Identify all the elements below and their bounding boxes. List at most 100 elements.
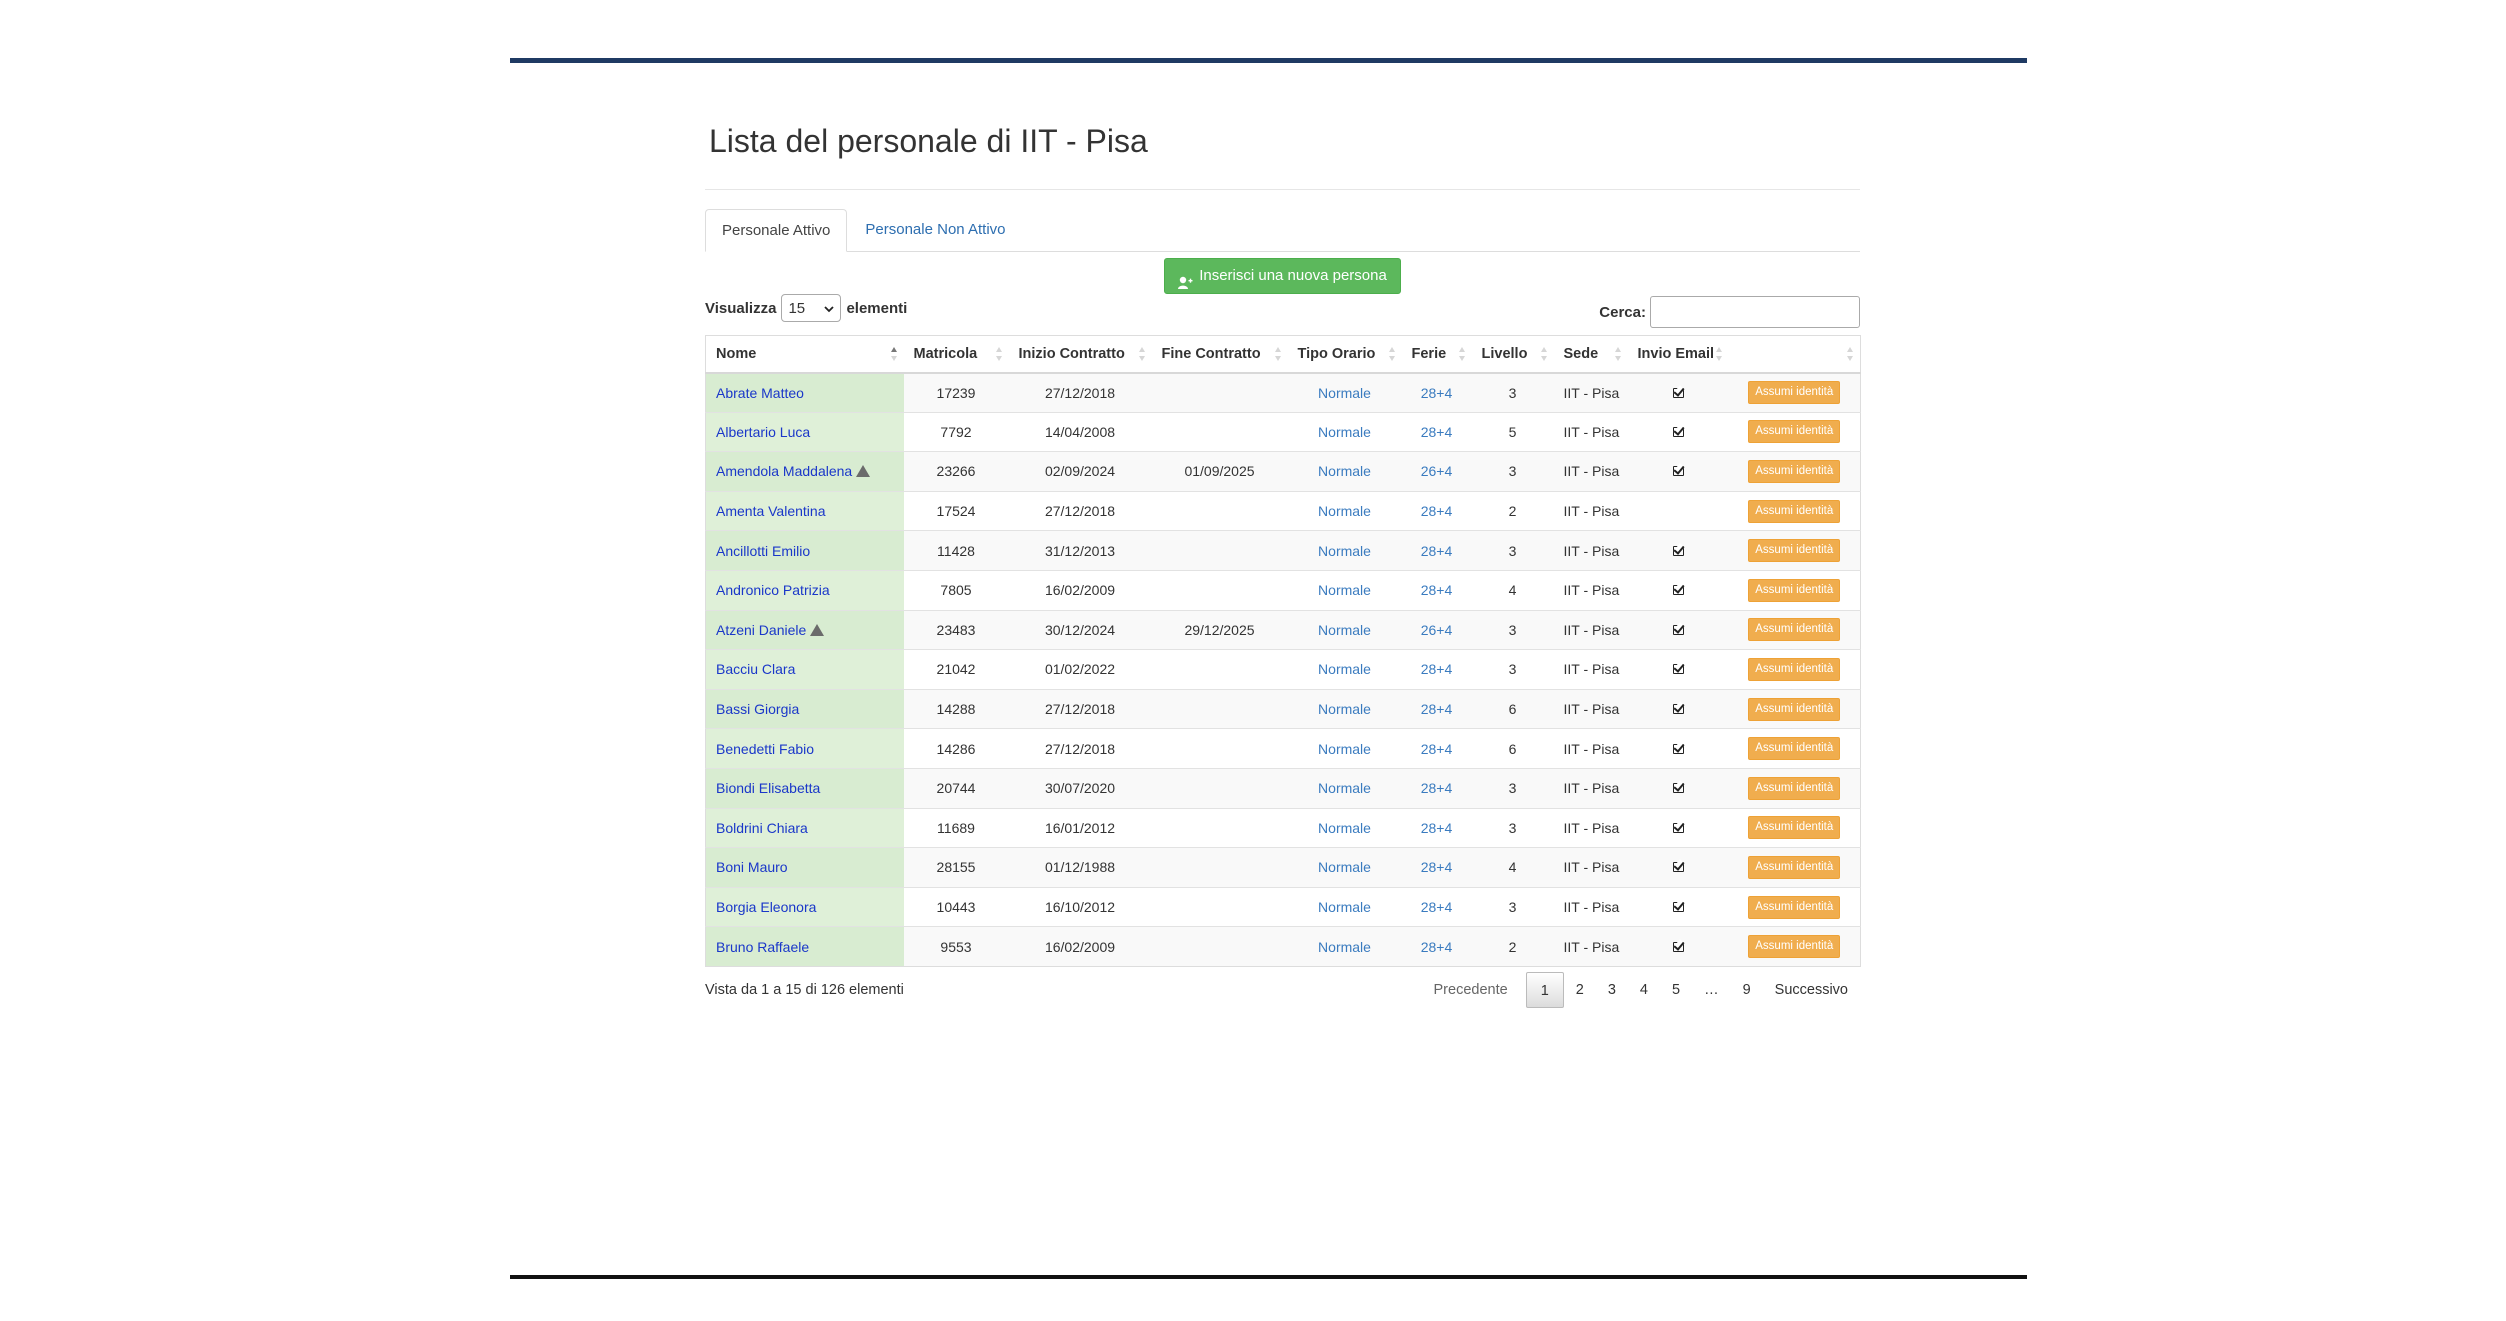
assumi-identita-button[interactable]: Assumi identità <box>1748 618 1841 642</box>
tipo-orario-link[interactable]: Normale <box>1318 701 1371 717</box>
column-header-inizio-contratto[interactable]: Inizio Contratto <box>1008 335 1152 374</box>
cell-matricola: 7792 <box>903 411 1009 452</box>
column-header-matricola[interactable]: Matricola <box>903 335 1009 374</box>
cell-sede: IIT - Pisa <box>1553 728 1628 769</box>
cell-livello: 3 <box>1471 372 1554 413</box>
assumi-identita-button[interactable]: Assumi identità <box>1748 578 1841 602</box>
assumi-identita-button[interactable]: Assumi identità <box>1748 776 1841 800</box>
ferie-link[interactable]: 28+4 <box>1421 582 1453 598</box>
person-link[interactable]: Ancillotti Emilio <box>716 543 810 559</box>
assumi-identita-button[interactable]: Assumi identità <box>1748 539 1841 563</box>
cell-livello: 4 <box>1471 847 1554 888</box>
assumi-identita-button[interactable]: Assumi identità <box>1748 816 1841 840</box>
cell-sede: IIT - Pisa <box>1553 886 1628 927</box>
cell-sede: IIT - Pisa <box>1553 451 1628 492</box>
tipo-orario-link[interactable]: Normale <box>1318 939 1371 955</box>
tipo-orario-link[interactable]: Normale <box>1318 385 1371 401</box>
sort-icon <box>1614 347 1622 363</box>
page-length-select[interactable]: 15 <box>781 294 842 322</box>
person-link[interactable]: Benedetti Fabio <box>716 741 814 757</box>
cell-ferie: 26+4 <box>1401 451 1472 492</box>
pagination-page[interactable]: 4 <box>1628 972 1660 1008</box>
person-link[interactable]: Amenta Valentina <box>716 503 825 519</box>
tipo-orario-link[interactable]: Normale <box>1318 622 1371 638</box>
new-person-button[interactable]: Inserisci una nuova persona <box>1164 258 1401 294</box>
pagination-page[interactable]: 1 <box>1525 971 1564 1008</box>
assumi-identita-button[interactable]: Assumi identità <box>1748 895 1841 919</box>
pagination-page[interactable]: 9 <box>1731 972 1763 1008</box>
tab-personale-non-attivo[interactable]: Personale Non Attivo <box>849 209 1021 250</box>
assumi-identita-button[interactable]: Assumi identità <box>1748 657 1841 681</box>
ferie-link[interactable]: 28+4 <box>1421 939 1453 955</box>
pagination-page[interactable]: 5 <box>1660 972 1692 1008</box>
tipo-orario-link[interactable]: Normale <box>1318 899 1371 915</box>
person-link[interactable]: Andronico Patrizia <box>716 582 830 598</box>
check-square-icon <box>1672 704 1684 715</box>
column-header-livello[interactable]: Livello <box>1471 335 1554 374</box>
ferie-link[interactable]: 26+4 <box>1421 463 1453 479</box>
cell-fine-contratto <box>1151 649 1288 690</box>
ferie-link[interactable]: 28+4 <box>1421 661 1453 677</box>
ferie-link[interactable]: 28+4 <box>1421 780 1453 796</box>
ferie-link[interactable]: 28+4 <box>1421 820 1453 836</box>
person-link[interactable]: Amendola Maddalena <box>716 463 852 479</box>
page-length-value: 15 <box>788 299 806 317</box>
ferie-link[interactable]: 28+4 <box>1421 385 1453 401</box>
assumi-identita-button[interactable]: Assumi identità <box>1748 420 1841 444</box>
assumi-identita-button[interactable]: Assumi identità <box>1748 697 1841 721</box>
person-link[interactable]: Boni Mauro <box>716 859 788 875</box>
column-header-sede[interactable]: Sede <box>1553 335 1628 374</box>
ferie-link[interactable]: 28+4 <box>1421 701 1453 717</box>
tipo-orario-link[interactable]: Normale <box>1318 820 1371 836</box>
person-link[interactable]: Bruno Raffaele <box>716 939 809 955</box>
cell-sede: IIT - Pisa <box>1553 847 1628 888</box>
tipo-orario-link[interactable]: Normale <box>1318 741 1371 757</box>
ferie-link[interactable]: 28+4 <box>1421 503 1453 519</box>
ferie-link[interactable]: 28+4 <box>1421 741 1453 757</box>
ferie-link[interactable]: 28+4 <box>1421 543 1453 559</box>
pagination-page[interactable]: 3 <box>1596 972 1628 1008</box>
tipo-orario-link[interactable]: Normale <box>1318 780 1371 796</box>
person-link[interactable]: Abrate Matteo <box>716 385 804 401</box>
ferie-link[interactable]: 28+4 <box>1421 899 1453 915</box>
person-link[interactable]: Bassi Giorgia <box>716 701 799 717</box>
pagination-next[interactable]: Successivo <box>1763 972 1860 1008</box>
search-input[interactable] <box>1650 296 1860 328</box>
ferie-link[interactable]: 28+4 <box>1421 859 1453 875</box>
person-link[interactable]: Boldrini Chiara <box>716 820 808 836</box>
check-square-icon <box>1672 902 1684 913</box>
person-link[interactable]: Atzeni Daniele <box>716 622 806 638</box>
person-link[interactable]: Bacciu Clara <box>716 661 795 677</box>
person-link[interactable]: Biondi Elisabetta <box>716 780 820 796</box>
column-header-fine-contratto[interactable]: Fine Contratto <box>1151 335 1288 374</box>
assumi-identita-button[interactable]: Assumi identità <box>1748 855 1841 879</box>
column-header-nome[interactable]: Nome <box>705 335 904 374</box>
cell-invio-email <box>1627 688 1729 729</box>
tab-personale-attivo[interactable]: Personale Attivo <box>705 209 848 252</box>
tipo-orario-link[interactable]: Normale <box>1318 503 1371 519</box>
ferie-link[interactable]: 28+4 <box>1421 424 1453 440</box>
pagination-prev[interactable]: Precedente <box>1422 972 1520 1008</box>
assumi-identita-button[interactable]: Assumi identità <box>1748 381 1841 405</box>
column-header-invio-email[interactable]: Invio Email <box>1627 335 1729 374</box>
tipo-orario-link[interactable]: Normale <box>1318 859 1371 875</box>
tipo-orario-link[interactable]: Normale <box>1318 424 1371 440</box>
tipo-orario-link[interactable]: Normale <box>1318 661 1371 677</box>
assumi-identita-button[interactable]: Assumi identità <box>1748 935 1841 959</box>
column-header-tipo-orario[interactable]: Tipo Orario <box>1287 335 1402 374</box>
tipo-orario-link[interactable]: Normale <box>1318 463 1371 479</box>
person-link[interactable]: Borgia Eleonora <box>716 899 816 915</box>
assumi-identita-button[interactable]: Assumi identità <box>1748 499 1841 523</box>
ferie-link[interactable]: 26+4 <box>1421 622 1453 638</box>
tipo-orario-link[interactable]: Normale <box>1318 543 1371 559</box>
person-link[interactable]: Albertario Luca <box>716 424 810 440</box>
cell-invio-email <box>1627 411 1729 452</box>
pagination-page[interactable]: 2 <box>1564 972 1596 1008</box>
column-label: Ferie <box>1411 345 1447 362</box>
assumi-identita-button[interactable]: Assumi identità <box>1748 737 1841 761</box>
tipo-orario-link[interactable]: Normale <box>1318 582 1371 598</box>
cell-sede: IIT - Pisa <box>1553 807 1628 848</box>
column-header-ferie[interactable]: Ferie <box>1401 335 1472 374</box>
column-header-actions[interactable] <box>1728 335 1861 374</box>
assumi-identita-button[interactable]: Assumi identità <box>1748 459 1841 483</box>
